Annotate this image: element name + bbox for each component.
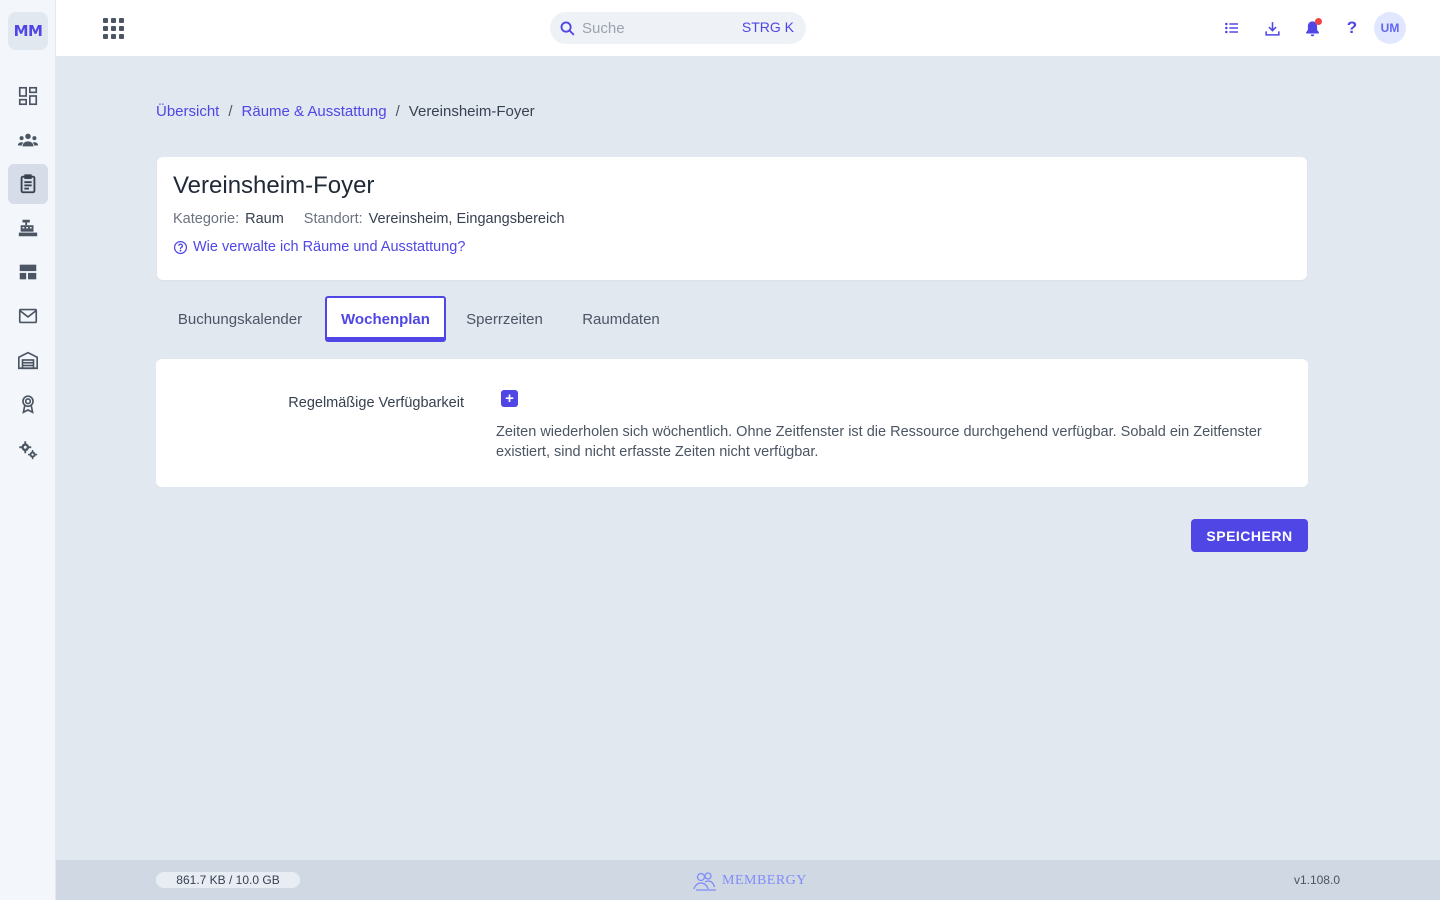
search-input[interactable] bbox=[582, 16, 732, 40]
breadcrumb: Übersicht / Räume & Ausstattung / Verein… bbox=[156, 103, 535, 120]
save-button[interactable]: SPEICHERN bbox=[1191, 519, 1308, 552]
cash-register-icon bbox=[18, 219, 38, 237]
sidebar-item-dashboard[interactable] bbox=[8, 76, 48, 116]
top-bar: STRG K ? UM bbox=[56, 0, 1440, 56]
clipboard-icon bbox=[20, 174, 36, 194]
tab-weekly-plan[interactable]: Wochenplan bbox=[325, 296, 446, 342]
help-link-text: Wie verwalte ich Räume und Ausstattung? bbox=[193, 239, 466, 255]
category-value: Raum bbox=[245, 211, 284, 227]
breadcrumb-separator: / bbox=[228, 103, 233, 120]
award-icon bbox=[22, 395, 34, 414]
notification-bell-icon[interactable] bbox=[1300, 16, 1324, 40]
sidebar-item-mail[interactable] bbox=[8, 296, 48, 336]
tab-blocked-times[interactable]: Sperrzeiten bbox=[449, 296, 560, 342]
weekly-plan-card: Regelmäßige Verfügbarkeit + Zeiten wiede… bbox=[156, 359, 1308, 487]
sidebar: MM bbox=[0, 0, 56, 900]
page-title: Vereinsheim-Foyer bbox=[173, 172, 375, 199]
app-logo[interactable]: MM bbox=[8, 12, 48, 50]
brand-name: MEMBERGY bbox=[722, 873, 807, 888]
sidebar-item-members[interactable] bbox=[8, 120, 48, 160]
sidebar-item-resources[interactable] bbox=[8, 164, 48, 204]
sidebar-item-warehouse[interactable] bbox=[8, 340, 48, 380]
members-icon bbox=[17, 133, 39, 147]
footer: 861.7 KB / 10.0 GB MEMBERGY v1.108.0 bbox=[56, 860, 1440, 900]
settings-icon bbox=[19, 441, 38, 460]
task-list-icon[interactable] bbox=[1220, 16, 1244, 40]
layout-icon bbox=[19, 264, 37, 280]
brand-logo: MEMBERGY bbox=[692, 870, 807, 892]
tab-booking-calendar[interactable]: Buchungskalender bbox=[157, 296, 323, 342]
availability-hint: Zeiten wiederholen sich wöchentlich. Ohn… bbox=[496, 424, 1262, 460]
user-avatar[interactable]: UM bbox=[1374, 12, 1406, 44]
availability-label: Regelmäßige Verfügbarkeit bbox=[288, 395, 464, 411]
breadcrumb-link-rooms[interactable]: Räume & Ausstattung bbox=[242, 103, 387, 120]
search-icon bbox=[560, 21, 575, 36]
tab-room-data[interactable]: Raumdaten bbox=[570, 296, 672, 342]
sidebar-item-layout[interactable] bbox=[8, 252, 48, 292]
location-value: Vereinsheim, Eingangsbereich bbox=[368, 211, 565, 227]
app-version: v1.108.0 bbox=[1293, 873, 1340, 887]
dashboard-icon bbox=[18, 86, 38, 106]
warehouse-icon bbox=[18, 351, 38, 370]
question-circle-icon bbox=[173, 240, 188, 254]
breadcrumb-separator: / bbox=[395, 103, 400, 120]
apps-grid-icon[interactable] bbox=[100, 16, 124, 40]
search-bar[interactable]: STRG K bbox=[550, 12, 806, 44]
location-label: Standort: bbox=[303, 211, 363, 227]
resource-meta: Kategorie: Raum Standort: Vereinsheim, E… bbox=[173, 211, 585, 227]
resource-header-card: Vereinsheim-Foyer Kategorie: Raum Stando… bbox=[157, 157, 1307, 280]
category-label: Kategorie: bbox=[173, 211, 240, 227]
download-icon[interactable] bbox=[1260, 16, 1284, 40]
help-icon[interactable]: ? bbox=[1340, 16, 1364, 40]
search-shortcut-hint: STRG K bbox=[741, 19, 794, 35]
breadcrumb-current: Vereinsheim-Foyer bbox=[408, 103, 535, 120]
add-timeslot-button[interactable]: + bbox=[501, 390, 518, 407]
breadcrumb-link-overview[interactable]: Übersicht bbox=[156, 103, 219, 120]
help-link[interactable]: Wie verwalte ich Räume und Ausstattung? bbox=[173, 239, 465, 255]
notification-dot bbox=[1315, 18, 1322, 25]
sidebar-item-cashier[interactable] bbox=[8, 208, 48, 248]
membergy-logo-icon bbox=[693, 872, 716, 891]
storage-usage: 861.7 KB / 10.0 GB bbox=[156, 872, 300, 888]
mail-icon bbox=[18, 308, 38, 324]
sidebar-item-settings[interactable] bbox=[8, 430, 48, 470]
sidebar-item-awards[interactable] bbox=[8, 384, 48, 424]
